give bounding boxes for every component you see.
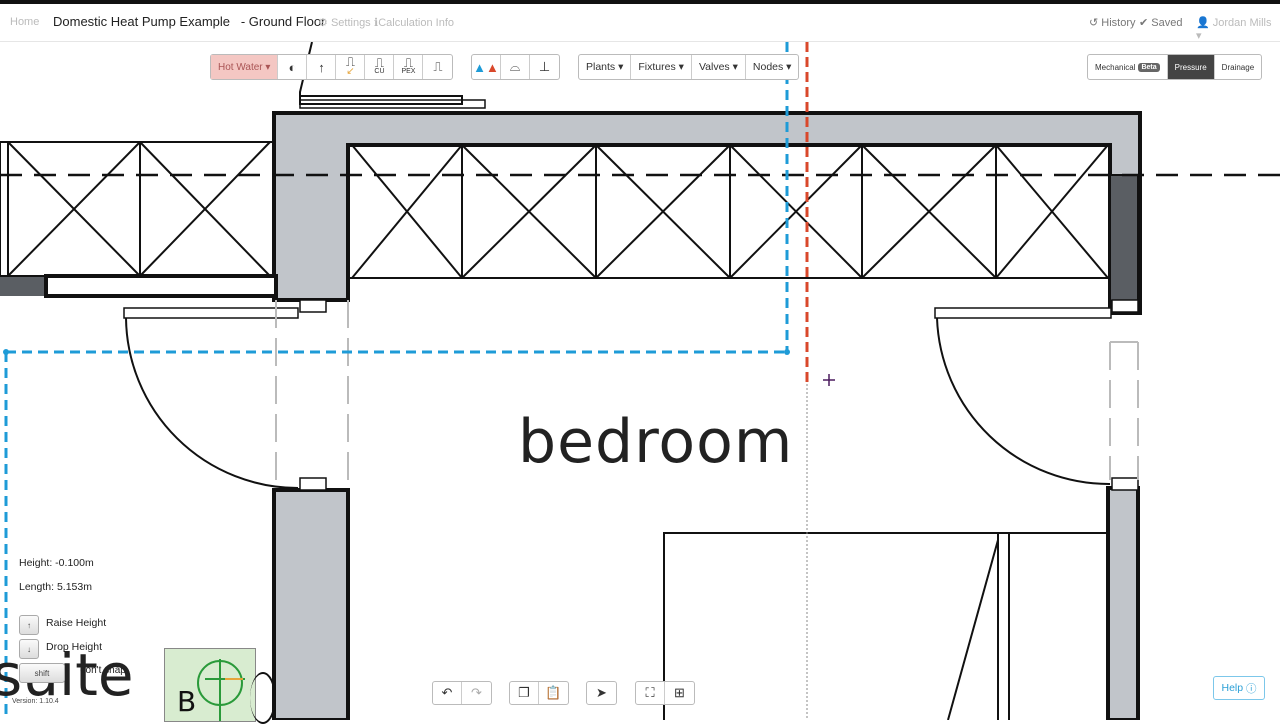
top-navbar: Home Domestic Heat Pump Example - Ground… (0, 0, 1280, 42)
copy-icon[interactable]: ❐ (510, 682, 539, 704)
mode-toolbar: Mechanical Beta Pressure Drainage (1087, 54, 1263, 80)
drop-height-label: Drop Height (46, 641, 103, 653)
plants-menu[interactable]: Plants ▾ (579, 55, 632, 79)
view-toolbar: ▲ ▲ ⌓ ⊥ (471, 54, 560, 80)
drainage-mode-button[interactable]: Drainage (1215, 55, 1261, 79)
view-zoom-toolbar: ⛶ ⊞ (635, 681, 695, 705)
arrow-up-icon[interactable]: ↑ (307, 55, 337, 79)
clipboard-toolbar: ❐ 📋 (509, 681, 569, 705)
help-button[interactable]: Help ⓘ (1213, 676, 1265, 700)
height-readout: Height: -0.100m (19, 557, 94, 569)
question-icon: ⓘ (1246, 682, 1257, 695)
fixtures-menu[interactable]: Fixtures ▾ (631, 55, 692, 79)
room-label-bedroom: bedroom (518, 407, 794, 477)
drop-height-key: ↓ (19, 639, 39, 659)
nodes-menu[interactable]: Nodes ▾ (746, 55, 799, 79)
mini-map[interactable]: B (164, 648, 256, 722)
calculation-info-link[interactable]: ℹCalculation Info (374, 16, 454, 29)
pressure-mode-button[interactable]: Pressure (1167, 55, 1215, 79)
valves-menu[interactable]: Valves ▾ (692, 55, 746, 79)
undo-icon[interactable]: ↶ (433, 682, 462, 704)
insert-toolbar: Plants ▾ Fixtures ▾ Valves ▾ Nodes ▾ (578, 54, 800, 80)
user-icon: 👤 (1196, 17, 1210, 29)
raise-height-label: Raise Height (46, 617, 107, 629)
slope-icon[interactable]: ⌓ (501, 55, 530, 79)
history-toolbar: ↶ ↷ (432, 681, 492, 705)
check-icon: ✔ (1139, 17, 1149, 29)
floor-selector[interactable]: - Ground Floor (241, 14, 326, 29)
raise-height-key: ↑ (19, 615, 39, 635)
pointer-icon[interactable]: ➤ (587, 682, 616, 704)
user-menu[interactable]: 👤 Jordan Mills ▾ (1196, 16, 1280, 42)
floor-plan-drawing (0, 41, 1280, 722)
pex-pipe-button[interactable]: ⎍ PEX (394, 55, 424, 79)
history-button[interactable]: ↺ History (1089, 16, 1136, 29)
home-link[interactable]: Home (10, 16, 39, 28)
paste-icon[interactable]: 📋 (539, 682, 568, 704)
perpendicular-icon[interactable]: ⊥ (530, 55, 559, 79)
mini-map-circle (250, 672, 276, 724)
mechanical-mode-button[interactable]: Mechanical Beta (1088, 55, 1168, 79)
beta-badge: Beta (1138, 62, 1160, 72)
grid-icon[interactable]: ⊞ (665, 682, 694, 704)
copper-pipe-button[interactable]: ⎍ CU (365, 55, 395, 79)
gear-icon: ⚙ (318, 17, 328, 29)
pipe-toolbar: Hot Water ▾ ◐ ↑ ⎍ ↙ ⎍ CU ⎍ PEX ⎍ (210, 54, 454, 80)
floor-plan-canvas[interactable]: bedroom suite B (0, 41, 1280, 724)
no-snap-label: don't snap (80, 665, 126, 676)
length-readout: Length: 5.153m (19, 581, 92, 593)
hot-cold-icon[interactable]: ▲ ▲ (472, 55, 501, 79)
select-toolbar: ➤ (586, 681, 617, 705)
history-icon: ↺ (1089, 17, 1099, 29)
fullscreen-icon[interactable]: ⛶ (636, 682, 665, 704)
saved-status: ✔ Saved (1139, 17, 1183, 29)
system-selector[interactable]: Hot Water ▾ (211, 55, 279, 79)
riser-return-icon[interactable]: ⎍ ↙ (336, 55, 366, 79)
project-title[interactable]: Domestic Heat Pump Example - Ground Floo… (53, 14, 325, 29)
shift-key: shift (19, 663, 65, 683)
pipe-split-icon[interactable]: ⎍ (423, 55, 452, 79)
contrast-icon[interactable]: ◐ (278, 55, 308, 79)
settings-link[interactable]: ⚙ Settings (318, 16, 371, 29)
version-label: Version: 1.10.4 (12, 698, 59, 705)
redo-icon[interactable]: ↷ (462, 682, 491, 704)
